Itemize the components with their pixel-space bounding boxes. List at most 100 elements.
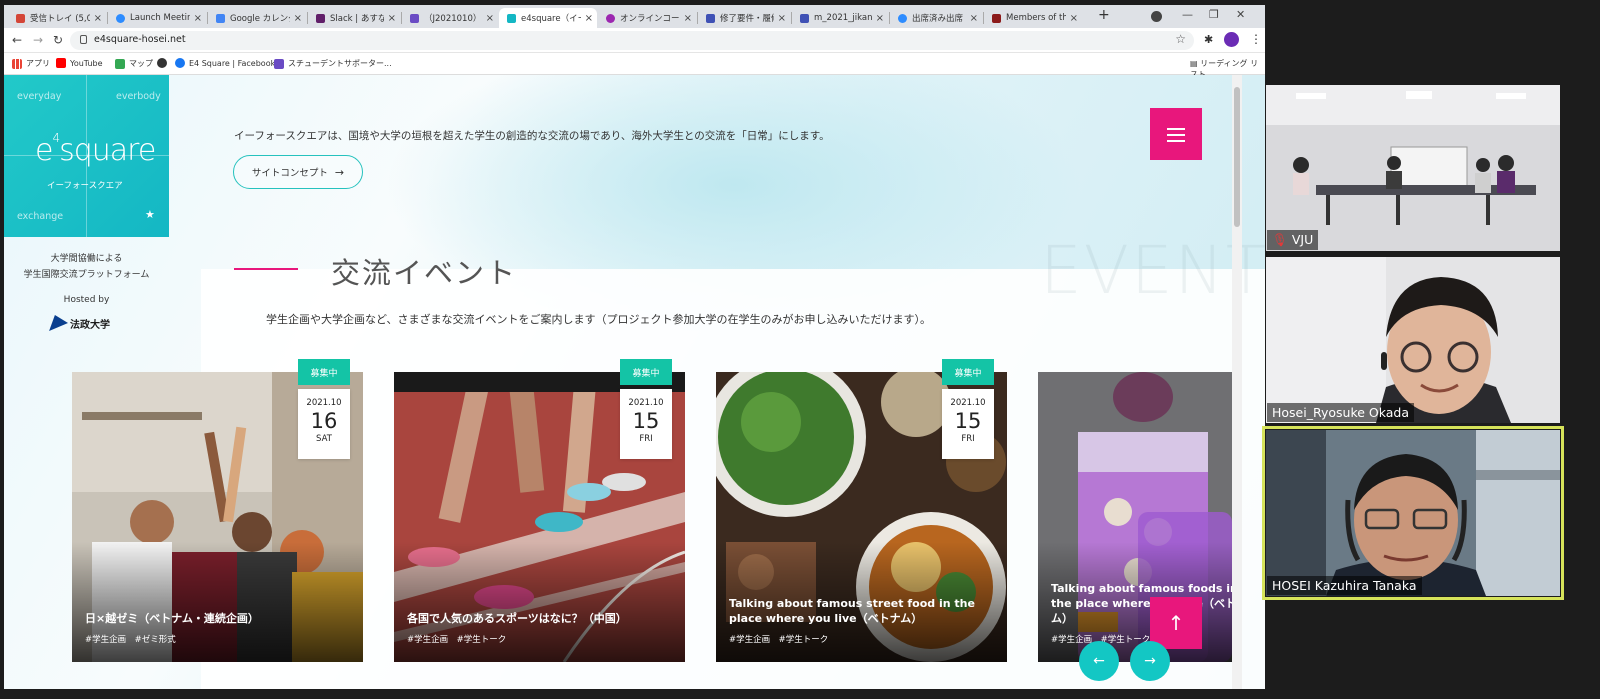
profile-avatar[interactable]: [1224, 32, 1239, 47]
event-card[interactable]: Talking about famous foods in the place …: [1038, 372, 1232, 662]
tab-online-course[interactable]: オンラインコース×: [598, 8, 696, 28]
participant-video: [1266, 85, 1560, 251]
tab-course[interactable]: （J2021010） ×: [402, 8, 498, 28]
carousel-prev-button[interactable]: ←: [1079, 641, 1119, 681]
globe-icon: [157, 58, 167, 68]
url-text: e4square-hosei.net: [94, 34, 186, 45]
more-menu-icon[interactable]: ⋮: [1250, 32, 1262, 46]
recruiting-badge: 募集中: [620, 359, 672, 385]
scrollbar-thumb[interactable]: [1234, 87, 1240, 227]
close-icon[interactable]: ×: [294, 13, 302, 24]
browser-window: 受信トレイ (5,06× Launch Meeting× Google カレンダ…: [4, 5, 1265, 689]
new-tab-button[interactable]: +: [1098, 7, 1110, 23]
tab-attendance[interactable]: 出席済み出席 ×: [890, 8, 982, 28]
tab-slack[interactable]: Slack | あすなる×: [308, 8, 400, 28]
page-scrollbar[interactable]: [1232, 75, 1242, 689]
event-title: 日×越ゼミ（ベトナム・連続企画）: [85, 612, 259, 625]
event-date: 2021.10 15 FRI: [620, 389, 672, 459]
site-logo[interactable]: everyday everbody exchange ★ e4square イー…: [4, 75, 169, 237]
bookmark-maps[interactable]: マップ: [115, 58, 153, 69]
tab-e4square[interactable]: e4square（イー ×: [499, 8, 597, 28]
tab-timetable[interactable]: m_2021_jikanw×: [792, 8, 888, 28]
close-icon[interactable]: ×: [778, 13, 786, 24]
event-tags: #学生企画 #学生トーク: [407, 635, 507, 645]
participant-name: Hosei_Ryosuke Okada: [1267, 403, 1415, 422]
video-tile-tanaka[interactable]: HOSEI Kazuhira Tanaka: [1262, 426, 1564, 600]
recruiting-badge: 募集中: [942, 359, 994, 385]
bookmark-youtube[interactable]: YouTube: [56, 58, 103, 68]
extensions-icon[interactable]: ✱: [1204, 33, 1213, 46]
tab-search-icon[interactable]: [1151, 11, 1162, 22]
minimize-icon[interactable]: —: [1182, 8, 1193, 21]
sheet-icon: [706, 13, 715, 23]
tab-members[interactable]: Members of the×: [984, 8, 1082, 28]
video-tile-okada[interactable]: Hosei_Ryosuke Okada: [1266, 257, 1560, 423]
event-title: Talking about famous street food in the …: [729, 597, 975, 625]
close-icon[interactable]: ×: [194, 13, 202, 24]
lock-icon: [80, 35, 87, 44]
event-tags: #学生企画 #学生トーク: [729, 635, 829, 645]
tab-google-calendar[interactable]: Google カレンダー×: [208, 8, 306, 28]
muted-mic-icon: 🎙: [1272, 232, 1292, 247]
participant-name: HOSEI Kazuhira Tanaka: [1267, 576, 1422, 595]
apps-grid-icon: [12, 58, 22, 69]
close-icon[interactable]: ×: [585, 13, 593, 24]
tab-gmail[interactable]: 受信トレイ (5,06×: [8, 8, 106, 28]
participant-name: 🎙 VJU: [1267, 230, 1319, 250]
sheet-icon: [800, 13, 809, 23]
site-concept-button[interactable]: サイトコンセプト →: [233, 155, 363, 189]
intro-text: イーフォースクエアは、国境や大学の垣根を超えた学生の創造的な交流の場であり、海外…: [234, 130, 830, 142]
reload-icon[interactable]: ↻: [53, 33, 63, 47]
menu-button[interactable]: [1150, 108, 1202, 160]
close-icon[interactable]: ×: [486, 13, 494, 24]
close-icon[interactable]: ×: [388, 13, 396, 24]
bookmark-star-icon[interactable]: ☆: [1175, 32, 1186, 46]
zoom-icon: [898, 13, 907, 23]
document-icon: [410, 13, 419, 23]
close-icon[interactable]: ×: [684, 13, 692, 24]
tab-zoom-launch[interactable]: Launch Meeting×: [108, 8, 206, 28]
gmail-icon: [16, 13, 25, 23]
star-icon: ★: [145, 208, 155, 221]
recruiting-badge: 募集中: [298, 359, 350, 385]
address-bar[interactable]: e4square-hosei.net ☆: [70, 31, 1194, 50]
event-tags: #学生企画 #ゼミ形式: [85, 635, 176, 645]
form-icon: [274, 58, 284, 69]
facebook-icon: [175, 58, 185, 68]
logo-wordmark: e4square: [35, 131, 156, 168]
bookmark-facebook[interactable]: E4 Square | Facebook: [175, 58, 275, 68]
sidebar-tagline: 大学間協働による 学生国際交流プラットフォーム: [23, 254, 150, 280]
reading-list-icon: ▤: [1190, 59, 1201, 68]
zoom-icon: [116, 13, 125, 23]
close-icon[interactable]: ×: [1070, 13, 1078, 24]
event-date: 2021.10 16 SAT: [298, 389, 350, 459]
restore-icon[interactable]: ❐: [1209, 8, 1219, 21]
close-icon[interactable]: ×: [94, 13, 102, 24]
slack-icon: [316, 13, 325, 23]
bookmark-apps[interactable]: アプリ: [12, 58, 50, 69]
close-icon[interactable]: ×: [970, 13, 978, 24]
bookmarks-bar: アプリ YouTube マップ E4 Square | Facebook スチュ…: [4, 53, 1265, 79]
maps-icon: [115, 58, 125, 69]
bookmark-student-supporter[interactable]: スチューデントサポーター...: [274, 58, 392, 69]
hosei-mark-icon: [49, 315, 71, 331]
screen: 受信トレイ (5,06× Launch Meeting× Google カレンダ…: [0, 0, 1600, 699]
back-icon[interactable]: ←: [12, 33, 22, 47]
youtube-icon: [56, 58, 66, 68]
forward-icon[interactable]: →: [33, 33, 43, 47]
participant-video: [1266, 257, 1560, 423]
scroll-to-top-button[interactable]: ↑: [1150, 597, 1202, 649]
arrow-right-icon: →: [1144, 653, 1156, 669]
e4square-icon: [507, 13, 516, 23]
video-tile-vju[interactable]: 🎙 VJU: [1266, 85, 1560, 251]
hosted-by-label: Hosted by: [63, 295, 110, 305]
window-close-icon[interactable]: ✕: [1236, 8, 1245, 21]
course-icon: [606, 13, 615, 23]
navigation-bar: ← → ↻ e4square-hosei.net ☆ ✱ ⋮: [4, 28, 1265, 53]
tab-requirements[interactable]: 修了要件・履修 ×: [698, 8, 790, 28]
close-icon[interactable]: ×: [876, 13, 884, 24]
arrow-right-icon: →: [334, 165, 345, 179]
bookmark-globe[interactable]: [157, 58, 171, 68]
hosei-university-logo[interactable]: 法政大学: [49, 315, 110, 331]
carousel-next-button[interactable]: →: [1130, 641, 1170, 681]
